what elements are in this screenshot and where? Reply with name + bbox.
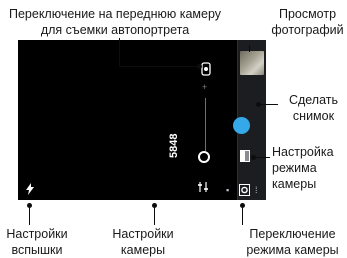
panorama-mode-icon[interactable]: ⁞ xyxy=(255,185,258,195)
label-mode-settings: Настройка режима камеры xyxy=(272,145,334,191)
label-front-camera: Переключение на переднюю камеру для съем… xyxy=(8,7,222,37)
pointer-front-camera xyxy=(119,38,120,66)
pointer-switch-mode xyxy=(242,205,243,225)
camera-mode-settings-button[interactable] xyxy=(240,150,250,162)
pointer-dot xyxy=(152,203,157,208)
pointer-dot xyxy=(251,155,256,160)
zoom-slider-handle[interactable] xyxy=(198,151,210,163)
label-view-photos: Просмотр фотографий xyxy=(271,7,344,37)
pointer-front-camera-h xyxy=(119,66,199,67)
pointer-flash xyxy=(29,205,30,225)
photo-mode-icon[interactable] xyxy=(239,184,250,196)
shutter-button[interactable] xyxy=(233,117,250,134)
shots-remaining: 5848 xyxy=(168,133,180,158)
zoom-slider-track[interactable] xyxy=(205,98,206,151)
pointer-dot xyxy=(27,203,32,208)
pointer-dot xyxy=(256,102,261,107)
pointer-view-photos xyxy=(249,45,250,52)
camera-viewfinder: ▪ ⁞ + 5848 xyxy=(18,40,266,200)
video-mode-icon[interactable]: ▪ xyxy=(226,185,229,195)
camera-settings-icon[interactable] xyxy=(197,181,209,193)
label-switch-mode: Переключение режима камеры xyxy=(246,227,339,257)
label-take-photo: Сделать снимок xyxy=(288,93,339,123)
front-camera-switch-icon[interactable] xyxy=(201,62,211,76)
label-flash-settings: Настройки вспышки xyxy=(6,227,68,257)
pointer-take-photo xyxy=(258,104,278,105)
pointer-camera-settings xyxy=(154,205,155,225)
zoom-in-icon[interactable]: + xyxy=(202,83,207,92)
flash-icon[interactable] xyxy=(25,183,35,195)
label-camera-settings: Настройки камеры xyxy=(112,227,174,257)
pointer-dot xyxy=(240,203,245,208)
camera-mode-switcher[interactable]: ▪ ⁞ xyxy=(222,181,266,200)
photo-gallery-thumbnail[interactable] xyxy=(240,51,264,75)
pointer-dot xyxy=(197,64,202,69)
